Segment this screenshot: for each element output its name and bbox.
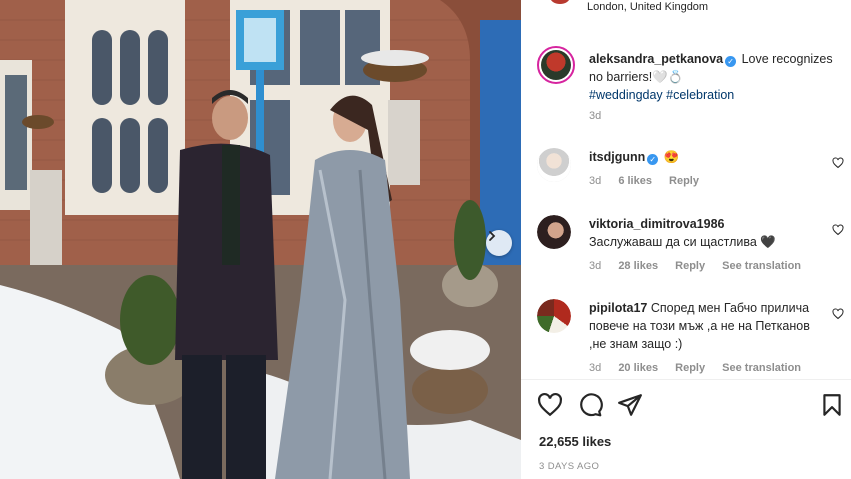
comment-body: pipilota17 Според мен Габчо прилича пове… (589, 299, 824, 353)
comment-meta: 3d 20 likes Reply See translation (589, 362, 815, 374)
share-icon[interactable] (617, 392, 643, 418)
section-divider (521, 379, 851, 380)
author-avatar-image (541, 50, 571, 80)
post-caption: aleksandra_petkanova ✓ Love recognizes no… (589, 50, 839, 104)
bookmark-icon[interactable] (819, 392, 845, 418)
see-translation-button[interactable]: See translation (722, 362, 801, 374)
see-translation-button[interactable]: See translation (722, 260, 801, 272)
comment-text: 😍 (663, 150, 680, 164)
comment-body: viktoria_dimitrova1986 Заслужаваш да си … (589, 215, 824, 251)
caption-hashtags[interactable]: #weddingday #celebration (589, 88, 734, 102)
commenter-avatar[interactable] (537, 215, 571, 249)
next-photo-button[interactable] (486, 230, 512, 256)
reply-button[interactable]: Reply (675, 260, 705, 272)
caption-time[interactable]: 3d (589, 110, 601, 122)
comment-meta: 3d 6 likes Reply (589, 175, 713, 187)
reply-button[interactable]: Reply (669, 175, 699, 187)
author-avatar[interactable] (537, 46, 575, 84)
commenter-avatar[interactable] (537, 148, 571, 182)
comment-meta: 3d 28 likes Reply See translation (589, 260, 815, 272)
action-bar (521, 392, 851, 418)
comment-likes[interactable]: 28 likes (618, 260, 658, 272)
comment-username[interactable]: itsdjgunn (589, 150, 645, 164)
post-side-panel: London, United Kingdom aleksandra_petkan… (521, 0, 851, 479)
photo-illustration (0, 0, 521, 479)
header-avatar[interactable] (550, 0, 570, 4)
post-date[interactable]: 3 DAYS AGO (539, 461, 599, 472)
comment-time[interactable]: 3d (589, 260, 601, 272)
comment-body: itsdjgunn ✓ 😍 (589, 148, 824, 166)
comment-time[interactable]: 3d (589, 362, 601, 374)
comment-time[interactable]: 3d (589, 175, 601, 187)
reply-button[interactable]: Reply (675, 362, 705, 374)
heart-icon[interactable] (832, 224, 844, 236)
comment-likes[interactable]: 20 likes (618, 362, 658, 374)
post-photo[interactable] (0, 0, 521, 479)
heart-icon[interactable] (537, 392, 563, 418)
post-location[interactable]: London, United Kingdom (587, 1, 708, 13)
heart-icon[interactable] (832, 157, 844, 169)
comment-likes[interactable]: 6 likes (618, 175, 652, 187)
verified-badge-icon: ✓ (647, 154, 659, 165)
like-count[interactable]: 22,655 likes (539, 434, 611, 449)
heart-icon[interactable] (832, 308, 844, 320)
chevron-right-icon (489, 231, 496, 241)
comment-username[interactable]: viktoria_dimitrova1986 (589, 217, 725, 231)
author-username[interactable]: aleksandra_petkanova (589, 52, 723, 66)
comment-text: Заслужаваш да си щастлива 🖤 (589, 235, 776, 249)
commenter-avatar[interactable] (537, 299, 571, 333)
comment-icon[interactable] (577, 392, 603, 418)
verified-badge-icon: ✓ (725, 56, 737, 67)
comment-username[interactable]: pipilota17 (589, 301, 647, 315)
